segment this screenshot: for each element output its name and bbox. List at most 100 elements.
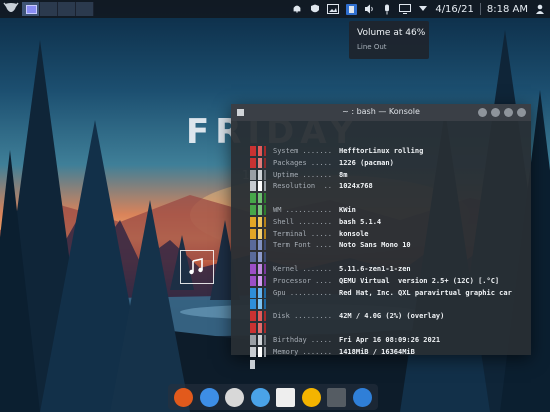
konsole-window[interactable]: ~ : bash — Konsole System ....... Hefftor…: [231, 104, 531, 370]
info-value: HefftorLinux rolling: [339, 147, 424, 155]
terminal-cursor: [250, 360, 255, 370]
color-swatch: [264, 299, 266, 310]
display-icon[interactable]: [399, 3, 412, 15]
info-label: Gpu ..........: [273, 288, 333, 297]
color-swatch: [250, 346, 256, 357]
color-swatch: [250, 299, 256, 310]
skype-icon[interactable]: [225, 388, 244, 407]
color-swatch: [258, 287, 262, 298]
color-swatch: [264, 334, 266, 345]
color-swatch: [264, 228, 266, 239]
screenshot-icon[interactable]: [327, 3, 340, 15]
info-label: System .......: [273, 147, 333, 155]
color-swatch: [250, 323, 256, 333]
info-value: 1226 (pacman): [339, 158, 394, 167]
panel-date[interactable]: 4/16/21: [435, 4, 474, 15]
latte-dock: [168, 384, 378, 410]
color-swatch: [264, 311, 266, 322]
info-value: Fri Apr 16 08:09:26 2021: [339, 335, 441, 344]
desktop-4[interactable]: [76, 2, 94, 16]
media-player-icon[interactable]: [301, 388, 321, 407]
window-close-button[interactable]: [517, 108, 526, 117]
color-swatch: [264, 240, 266, 251]
music-note-icon: [189, 258, 203, 275]
osd-output-device: Line Out: [357, 43, 387, 51]
info-label: Memory .......: [273, 347, 333, 356]
color-swatch: [250, 181, 256, 192]
color-swatch: [250, 264, 256, 274]
desktop-1[interactable]: [22, 2, 40, 16]
color-swatch: [264, 323, 266, 333]
info-value: 1418MiB / 16364MiB: [339, 347, 415, 356]
color-swatch: [264, 181, 266, 192]
color-swatch: [258, 193, 262, 204]
color-swatch: [258, 228, 262, 239]
color-swatch: [258, 181, 262, 192]
color-swatch: [258, 323, 262, 333]
folder-icon[interactable]: [199, 388, 219, 407]
terminal-output[interactable]: System ....... HefftorLinux rolling Packag…: [231, 121, 531, 370]
panel-separator: [479, 3, 481, 15]
info-value: 5.11.6-zen1-1-zen: [339, 265, 411, 273]
info-label: Processor ....: [273, 276, 333, 285]
color-swatch: [264, 216, 266, 227]
terminal-icon[interactable]: [327, 388, 346, 407]
window-minimize-button[interactable]: [491, 108, 500, 117]
color-swatch: [264, 157, 266, 168]
toggle-icon[interactable]: [352, 388, 372, 407]
info-value: 8m: [339, 170, 348, 179]
info-label: Resolution ..: [273, 182, 333, 191]
color-swatch: [250, 275, 256, 286]
info-label: Uptime .......: [273, 170, 333, 179]
color-swatch: [258, 240, 262, 251]
info-label: Kernel .......: [273, 265, 333, 273]
security-shield-icon[interactable]: [309, 3, 321, 15]
desktop-3[interactable]: [58, 2, 76, 16]
info-value: Noto Sans Mono 10: [339, 241, 411, 250]
osd-volume-text: Volume at 46%: [357, 28, 426, 38]
color-swatch: [250, 205, 256, 215]
window-help-button[interactable]: [478, 108, 487, 117]
color-swatch: [264, 146, 266, 156]
color-swatch: [250, 240, 256, 251]
user-menu-icon[interactable]: [534, 3, 546, 15]
media-widget[interactable]: [180, 250, 214, 284]
brave-browser-icon[interactable]: [174, 388, 193, 407]
volume-icon[interactable]: [363, 3, 375, 15]
window-maximize-button[interactable]: [504, 108, 513, 117]
color-swatch: [250, 146, 256, 156]
color-swatch: [264, 287, 266, 298]
color-swatch: [250, 228, 256, 239]
desktop-2[interactable]: [40, 2, 58, 16]
window-titlebar[interactable]: ~ : bash — Konsole: [231, 104, 531, 121]
clipboard-app-icon[interactable]: [345, 3, 357, 15]
color-swatch: [258, 334, 262, 345]
info-value: konsole: [339, 229, 369, 238]
color-swatch: [258, 216, 262, 227]
info-label: WM ...........: [273, 206, 333, 214]
color-swatch: [258, 264, 262, 274]
volume-osd-popup: Volume at 46% Line Out: [349, 21, 429, 59]
microphone-icon[interactable]: [381, 3, 393, 15]
info-value: 1024x768: [339, 182, 373, 191]
info-value: QEMU Virtual version 2.5+ (12C) [.°C]: [339, 276, 500, 285]
info-label: Shell ........: [273, 217, 333, 226]
info-label: Terminal .....: [273, 229, 333, 238]
image-viewer-icon[interactable]: [250, 388, 270, 407]
panel-clock[interactable]: 8:18 AM: [487, 4, 528, 15]
application-launcher-button[interactable]: [3, 1, 19, 17]
notifications-icon[interactable]: [291, 3, 303, 15]
info-label: Birthday .....: [273, 335, 333, 344]
info-value: KWin: [339, 206, 356, 214]
color-swatch: [264, 252, 266, 263]
help-icon[interactable]: [276, 388, 295, 407]
color-swatch: [250, 169, 256, 180]
color-swatch: [250, 287, 256, 298]
info-value: Red Hat, Inc. QXL paravirtual graphic ca…: [339, 288, 512, 297]
color-swatch: [258, 157, 262, 168]
color-swatch: [258, 169, 262, 180]
color-swatch: [258, 311, 262, 322]
color-swatch: [258, 299, 262, 310]
tray-expand-arrow-icon[interactable]: [417, 3, 429, 15]
color-swatch: [258, 346, 262, 357]
